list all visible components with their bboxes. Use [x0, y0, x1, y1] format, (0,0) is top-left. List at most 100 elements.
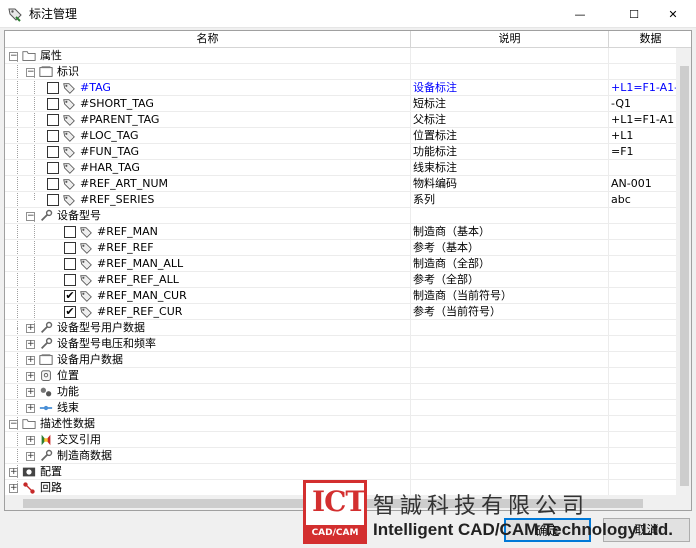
- collapse-icon[interactable]: −: [26, 212, 35, 221]
- description-cell: 父标注: [411, 112, 609, 128]
- name-cell: + 设备用户数据: [5, 352, 411, 368]
- expand-icon[interactable]: +: [26, 404, 35, 413]
- name-cell: #REF_REF_ALL: [5, 272, 411, 288]
- tree-row[interactable]: + 功能: [5, 384, 691, 400]
- column-header-name[interactable]: 名称: [5, 31, 411, 47]
- name-cell: + 设备型号用户数据: [5, 320, 411, 336]
- name-cell: #TAG: [5, 80, 411, 96]
- column-header-data[interactable]: 数据: [609, 31, 691, 47]
- property-tree-list[interactable]: 名称 说明 数据 − 属性 − 标识 #TAG 设备标注 +L1=F1-A1-C #SHORT…: [4, 30, 692, 511]
- row-name: 交叉引用: [57, 433, 101, 446]
- column-header-description[interactable]: 说明: [411, 31, 609, 47]
- expand-icon[interactable]: +: [26, 436, 35, 445]
- tree-row[interactable]: #HAR_TAG 线束标注: [5, 160, 691, 176]
- description-cell: 参考（全部）: [411, 272, 609, 288]
- row-checkbox[interactable]: ✔: [64, 290, 76, 302]
- tag-icon: [63, 163, 75, 174]
- description-cell: 设备标注: [411, 80, 609, 96]
- tree-row[interactable]: ✔ #REF_MAN_CUR 制造商（当前符号）: [5, 288, 691, 304]
- description-cell: [411, 336, 609, 352]
- description-cell: 参考（当前符号）: [411, 304, 609, 320]
- tag-icon: [63, 179, 75, 190]
- description-cell: [411, 448, 609, 464]
- row-name: #REF_SERIES: [80, 193, 155, 206]
- name-cell: #REF_SERIES: [5, 192, 411, 208]
- row-checkbox[interactable]: [47, 114, 59, 126]
- row-checkbox[interactable]: [47, 194, 59, 206]
- folder-icon: [22, 419, 36, 429]
- row-checkbox[interactable]: [64, 274, 76, 286]
- name-cell: #REF_ART_NUM: [5, 176, 411, 192]
- row-name: 线束: [57, 401, 79, 414]
- description-cell: 系列: [411, 192, 609, 208]
- tree-row[interactable]: #SHORT_TAG 短标注 -Q1: [5, 96, 691, 112]
- tag-app-icon: [8, 8, 22, 22]
- tree-row[interactable]: − 设备型号: [5, 208, 691, 224]
- row-checkbox[interactable]: [47, 178, 59, 190]
- row-checkbox[interactable]: [47, 130, 59, 142]
- expand-icon[interactable]: +: [9, 468, 18, 477]
- tree-row[interactable]: + 位置: [5, 368, 691, 384]
- location-icon: [41, 370, 51, 381]
- tree-row[interactable]: + 线束: [5, 400, 691, 416]
- row-checkbox[interactable]: [64, 258, 76, 270]
- row-name: #REF_MAN_ALL: [97, 257, 184, 270]
- vertical-scrollbar[interactable]: [676, 48, 691, 495]
- tree-row[interactable]: #LOC_TAG 位置标注 +L1: [5, 128, 691, 144]
- row-checkbox[interactable]: [64, 242, 76, 254]
- row-checkbox[interactable]: [47, 162, 59, 174]
- tag-icon: [63, 115, 75, 126]
- tree-row[interactable]: − 标识: [5, 64, 691, 80]
- tree-row[interactable]: + 设备型号用户数据: [5, 320, 691, 336]
- company-watermark: ICT CAD/CAM 智誠科技有限公司 Intelligent CAD/CAM…: [303, 480, 696, 548]
- collapse-icon[interactable]: −: [26, 68, 35, 77]
- row-checkbox[interactable]: [47, 98, 59, 110]
- collapse-icon[interactable]: −: [9, 52, 18, 61]
- tree-row[interactable]: + 设备型号电压和频率: [5, 336, 691, 352]
- tree-row[interactable]: #REF_SERIES 系列 abc: [5, 192, 691, 208]
- tree-row[interactable]: #REF_MAN_ALL 制造商（全部）: [5, 256, 691, 272]
- tree-row[interactable]: ✔ #REF_REF_CUR 参考（当前符号）: [5, 304, 691, 320]
- tree-row[interactable]: + 交叉引用: [5, 432, 691, 448]
- row-checkbox[interactable]: [47, 146, 59, 158]
- description-cell: 物料编码: [411, 176, 609, 192]
- close-button[interactable]: ✕: [650, 0, 696, 28]
- tree-row[interactable]: − 描述性数据: [5, 416, 691, 432]
- description-cell: 制造商（基本）: [411, 224, 609, 240]
- expand-icon[interactable]: +: [26, 340, 35, 349]
- row-checkbox[interactable]: [64, 226, 76, 238]
- tag-icon: [80, 307, 92, 318]
- tree-row[interactable]: #TAG 设备标注 +L1=F1-A1-C: [5, 80, 691, 96]
- wrench-icon: [41, 209, 53, 221]
- row-name: 设备型号: [57, 209, 101, 222]
- tree-row[interactable]: #PARENT_TAG 父标注 +L1=F1-A1: [5, 112, 691, 128]
- name-cell: − 标识: [5, 64, 411, 80]
- expand-icon[interactable]: +: [26, 372, 35, 381]
- name-cell: + 功能: [5, 384, 411, 400]
- tag-icon: [63, 99, 75, 110]
- expand-icon[interactable]: +: [26, 356, 35, 365]
- expand-icon[interactable]: +: [26, 452, 35, 461]
- row-checkbox[interactable]: ✔: [64, 306, 76, 318]
- description-cell: [411, 384, 609, 400]
- tree-row[interactable]: #REF_REF 参考（基本）: [5, 240, 691, 256]
- minimize-button[interactable]: —: [557, 0, 603, 28]
- vertical-scroll-thumb[interactable]: [680, 66, 689, 486]
- expand-icon[interactable]: +: [26, 388, 35, 397]
- tree-row[interactable]: #REF_ART_NUM 物料编码 AN-001: [5, 176, 691, 192]
- tree-row[interactable]: − 属性: [5, 48, 691, 64]
- description-cell: [411, 432, 609, 448]
- tree-row[interactable]: #FUN_TAG 功能标注 =F1: [5, 144, 691, 160]
- row-checkbox[interactable]: [47, 82, 59, 94]
- collapse-icon[interactable]: −: [9, 420, 18, 429]
- tree-row[interactable]: #REF_MAN 制造商（基本）: [5, 224, 691, 240]
- tree-row[interactable]: + 配置: [5, 464, 691, 480]
- expand-icon[interactable]: +: [26, 324, 35, 333]
- folder-icon: [22, 51, 36, 61]
- tree-row[interactable]: #REF_REF_ALL 参考（全部）: [5, 272, 691, 288]
- tree-row[interactable]: + 制造商数据: [5, 448, 691, 464]
- expand-icon[interactable]: +: [9, 484, 18, 493]
- tree-row[interactable]: + 设备用户数据: [5, 352, 691, 368]
- name-cell: + 设备型号电压和频率: [5, 336, 411, 352]
- harness-icon: [39, 405, 53, 411]
